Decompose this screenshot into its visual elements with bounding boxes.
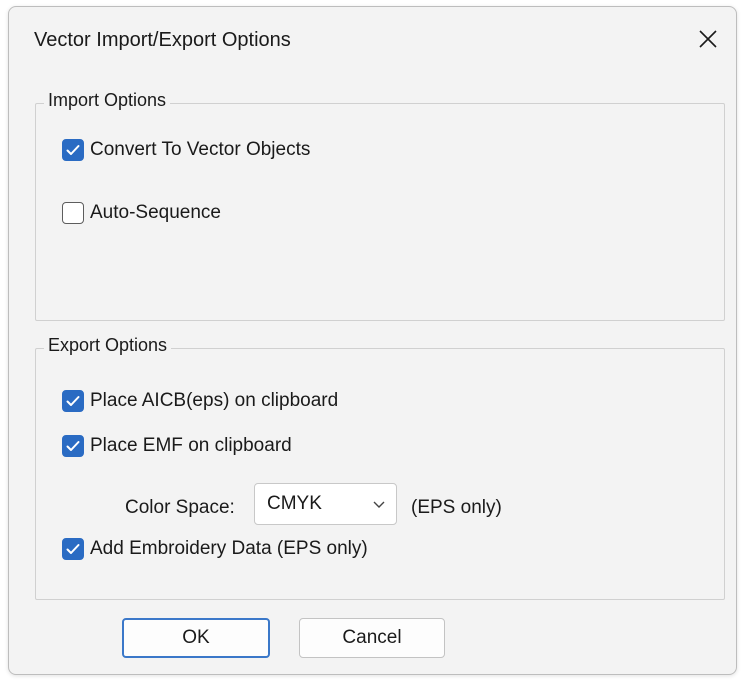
dialog-title: Vector Import/Export Options [34,29,291,51]
cancel-button[interactable]: Cancel [299,618,445,658]
auto-sequence-label: Auto-Sequence [90,202,221,223]
place-emf-label: Place EMF on clipboard [90,435,292,456]
eps-only-note: (EPS only) [411,497,502,518]
auto-sequence-checkbox[interactable]: Auto-Sequence [62,202,221,224]
vector-options-dialog: Vector Import/Export Options Import Opti… [8,6,737,675]
close-icon [699,30,717,48]
export-options-label: Export Options [44,335,172,356]
close-button[interactable] [690,21,726,57]
place-aicb-checkbox[interactable]: Place AICB(eps) on clipboard [62,390,338,412]
convert-to-vector-checkbox[interactable]: Convert To Vector Objects [62,139,310,161]
checkbox-checked-icon [62,390,84,412]
convert-to-vector-label: Convert To Vector Objects [90,139,311,160]
checkbox-unchecked-icon [62,202,84,224]
ok-button[interactable]: OK [122,618,270,658]
checkbox-checked-icon [62,435,84,457]
place-aicb-label: Place AICB(eps) on clipboard [90,390,339,411]
checkbox-checked-icon [62,538,84,560]
color-space-dropdown[interactable]: CMYK [254,483,397,525]
place-emf-checkbox[interactable]: Place EMF on clipboard [62,435,292,457]
title-bar: Vector Import/Export Options [9,7,736,69]
color-space-value: CMYK [267,493,322,514]
add-embroidery-checkbox[interactable]: Add Embroidery Data (EPS only) [62,538,368,560]
chevron-down-icon [373,501,385,508]
checkbox-checked-icon [62,139,84,161]
color-space-label: Color Space: [125,497,235,518]
export-options-group: Export Options [35,335,725,600]
add-embroidery-label: Add Embroidery Data (EPS only) [90,538,368,559]
import-options-label: Import Options [44,90,171,111]
